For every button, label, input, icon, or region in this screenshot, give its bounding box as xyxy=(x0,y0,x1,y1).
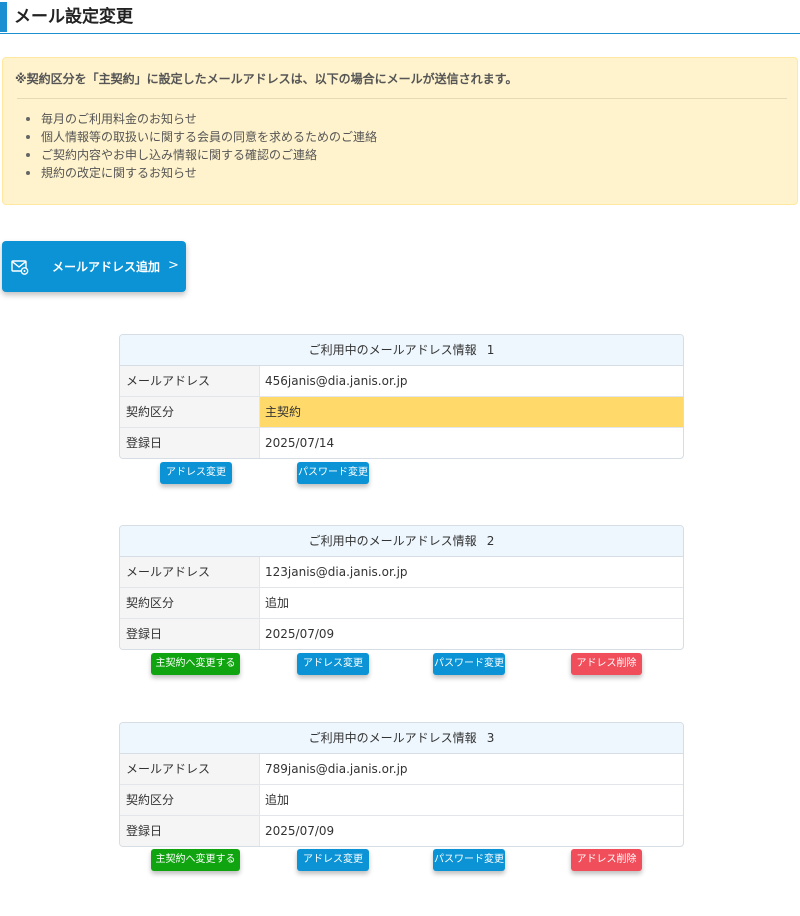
contract-value: 主契約 xyxy=(260,397,683,427)
notice-divider xyxy=(17,98,787,99)
contract-value: 追加 xyxy=(265,596,290,610)
change-address-button-3[interactable]: アドレス変更 xyxy=(297,849,369,871)
email-row: メールアドレス 789janis@dia.janis.or.jp xyxy=(120,754,683,785)
email-value: 789janis@dia.janis.or.jp xyxy=(265,762,408,776)
bullet-icon xyxy=(26,135,30,139)
change-password-button-1[interactable]: パスワード変更 xyxy=(297,462,369,484)
notice-text: ※契約区分を「主契約」に設定したメールアドレスは、以下の場合にメールが送信されま… xyxy=(15,72,518,86)
registered-row: 登録日 2025/07/09 xyxy=(120,619,683,649)
add-email-button[interactable]: メールアドレス追加 > xyxy=(2,241,186,292)
registered-row: 登録日 2025/07/14 xyxy=(120,428,683,458)
notice-item: 個人情報等の取扱いに関する会員の同意を求めるためのご連絡 xyxy=(26,128,377,146)
change-address-button-2[interactable]: アドレス変更 xyxy=(297,653,369,675)
change-address-button-1[interactable]: アドレス変更 xyxy=(160,462,232,484)
delete-address-button-2[interactable]: アドレス削除 xyxy=(571,653,642,675)
email-card-3: ご利用中のメールアドレス情報 3 メールアドレス 789janis@dia.jan… xyxy=(119,722,684,847)
email-label: メールアドレス xyxy=(120,366,260,396)
contract-row: 契約区分 追加 xyxy=(120,785,683,816)
registered-value: 2025/07/14 xyxy=(265,436,335,450)
contract-row: 契約区分 追加 xyxy=(120,588,683,619)
email-value: 456janis@dia.janis.or.jp xyxy=(265,374,408,388)
email-card-2: ご利用中のメールアドレス情報 2 メールアドレス 123janis@dia.jan… xyxy=(119,525,684,650)
card-title: ご利用中のメールアドレス情報 1 xyxy=(120,335,683,366)
registered-label: 登録日 xyxy=(120,816,260,846)
contract-label: 契約区分 xyxy=(120,588,260,618)
make-primary-button-2[interactable]: 主契約へ変更する xyxy=(151,653,240,675)
email-card-1: ご利用中のメールアドレス情報 1 メールアドレス 456janis@dia.jan… xyxy=(119,334,684,459)
contract-label: 契約区分 xyxy=(120,397,260,427)
bullet-icon xyxy=(26,171,30,175)
notice-item: 規約の改定に関するお知らせ xyxy=(26,164,377,182)
card-title: ご利用中のメールアドレス情報 2 xyxy=(120,526,683,557)
chevron-right-icon: > xyxy=(168,258,179,273)
change-password-button-2[interactable]: パスワード変更 xyxy=(433,653,505,675)
mail-settings-icon xyxy=(11,260,29,275)
header-accent-bar xyxy=(0,2,7,32)
contract-value: 追加 xyxy=(265,793,290,807)
registered-label: 登録日 xyxy=(120,619,260,649)
contract-label: 契約区分 xyxy=(120,785,260,815)
bullet-icon xyxy=(26,117,30,121)
card-title: ご利用中のメールアドレス情報 3 xyxy=(120,723,683,754)
email-row: メールアドレス 123janis@dia.janis.or.jp xyxy=(120,557,683,588)
delete-address-button-3[interactable]: アドレス削除 xyxy=(571,849,642,871)
contract-row: 契約区分 主契約 xyxy=(120,397,683,428)
page-header: メール設定変更 xyxy=(0,0,800,34)
email-label: メールアドレス xyxy=(120,754,260,784)
notice-item: 毎月のご利用料金のお知らせ xyxy=(26,110,377,128)
notice-list: 毎月のご利用料金のお知らせ 個人情報等の取扱いに関する会員の同意を求めるためのご… xyxy=(17,110,377,182)
email-value: 123janis@dia.janis.or.jp xyxy=(265,565,408,579)
registered-label: 登録日 xyxy=(120,428,260,458)
make-primary-button-3[interactable]: 主契約へ変更する xyxy=(151,849,240,871)
page: メール設定変更 ※契約区分を「主契約」に設定したメールアドレスは、以下の場合にメ… xyxy=(0,0,800,916)
email-label: メールアドレス xyxy=(120,557,260,587)
change-password-button-3[interactable]: パスワード変更 xyxy=(433,849,505,871)
registered-row: 登録日 2025/07/09 xyxy=(120,816,683,846)
registered-value: 2025/07/09 xyxy=(265,824,335,838)
page-title: メール設定変更 xyxy=(14,7,133,27)
bullet-icon xyxy=(26,153,30,157)
registered-value: 2025/07/09 xyxy=(265,627,335,641)
notice-item: ご契約内容やお申し込み情報に関する確認のご連絡 xyxy=(26,146,377,164)
notice-box: ※契約区分を「主契約」に設定したメールアドレスは、以下の場合にメールが送信されま… xyxy=(2,57,798,205)
email-row: メールアドレス 456janis@dia.janis.or.jp xyxy=(120,366,683,397)
add-email-label: メールアドレス追加 xyxy=(52,260,161,274)
